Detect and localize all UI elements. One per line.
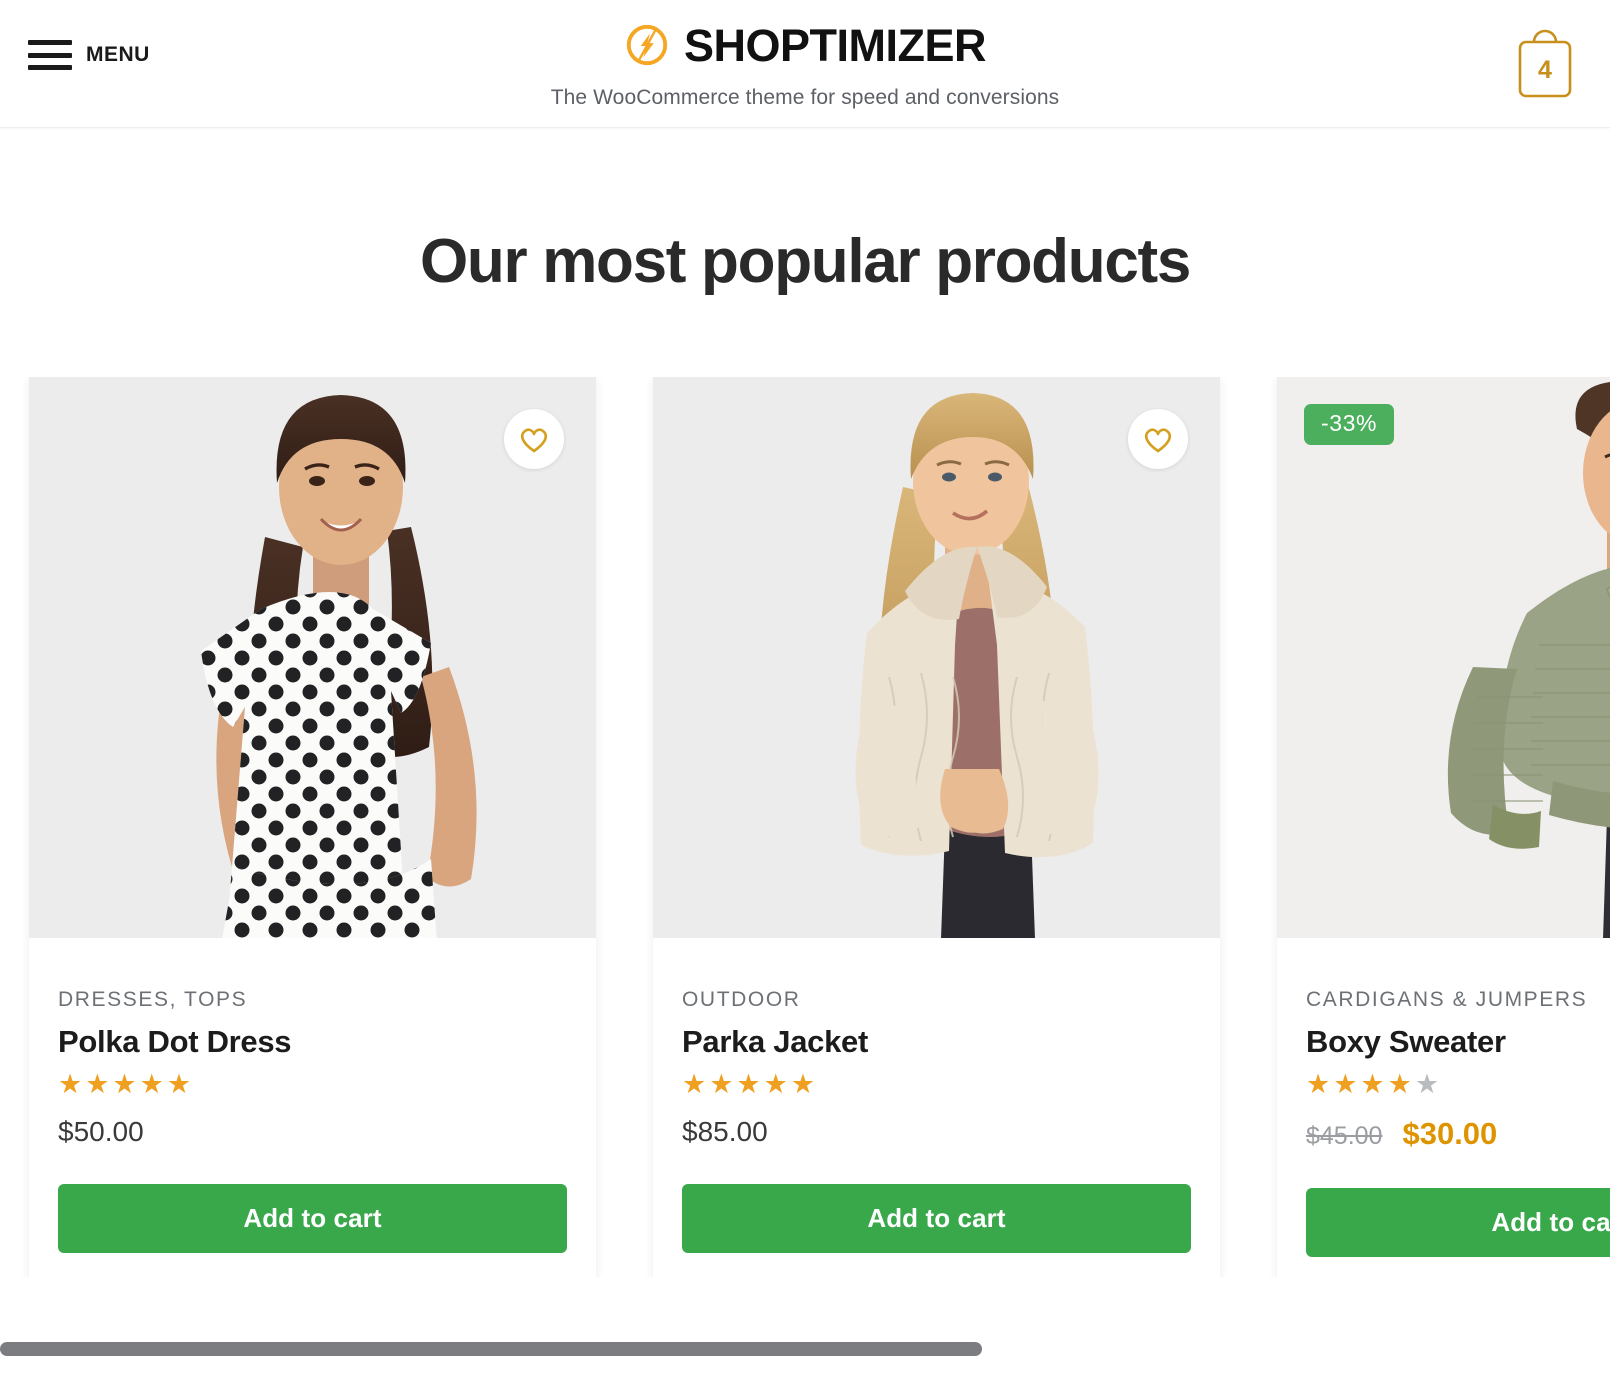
product-image (1277, 377, 1610, 938)
lightning-bolt-icon (626, 24, 668, 66)
price-row: $50.00 (58, 1116, 567, 1148)
product-price: $50.00 (58, 1115, 144, 1147)
products-carousel: DRESSES, TOPS Polka Dot Dress ★★★★★ $50.… (0, 377, 1610, 1277)
product-card[interactable]: -33% CARDIGANS & JUMPERS Boxy Sweater ★★… (1277, 377, 1610, 1277)
carousel-track: DRESSES, TOPS Polka Dot Dress ★★★★★ $50.… (0, 377, 1610, 1277)
cart-button[interactable]: 4 (1516, 26, 1574, 100)
product-image-link[interactable] (29, 377, 596, 938)
product-image-link[interactable] (653, 377, 1220, 938)
rating-stars: ★★★★★ (682, 1069, 819, 1099)
price-row: $45.00 $30.00 (1306, 1116, 1610, 1152)
sale-badge: -33% (1304, 404, 1395, 445)
rating-stars: ★★★★★ (58, 1069, 195, 1099)
wishlist-button[interactable] (1128, 409, 1188, 469)
price-row: $85.00 (682, 1116, 1191, 1148)
main-content: Our most popular products DRESSES, TOPS … (0, 226, 1610, 1356)
horizontal-scrollbar[interactable] (0, 1342, 1610, 1356)
cart-count-badge: 4 (1538, 56, 1552, 84)
product-category[interactable]: CARDIGANS & JUMPERS (1306, 988, 1610, 1012)
hamburger-icon (28, 40, 72, 70)
product-image (653, 377, 1220, 938)
product-info: OUTDOOR Parka Jacket ★★★★★ $85.00 Add to… (653, 938, 1220, 1277)
product-image (29, 377, 596, 938)
heart-outline-icon (1144, 427, 1172, 452)
product-info: DRESSES, TOPS Polka Dot Dress ★★★★★ $50.… (29, 938, 596, 1277)
product-price: $85.00 (682, 1115, 768, 1147)
menu-label: MENU (86, 43, 150, 66)
product-regular-price: $45.00 (1306, 1121, 1383, 1150)
site-logo-link[interactable]: SHOPTIMIZER (624, 19, 987, 71)
heart-outline-icon (520, 427, 548, 452)
product-title[interactable]: Polka Dot Dress (58, 1024, 567, 1060)
product-card[interactable]: OUTDOOR Parka Jacket ★★★★★ $85.00 Add to… (653, 377, 1220, 1277)
product-category[interactable]: OUTDOOR (682, 988, 1191, 1012)
brand-name: SHOPTIMIZER (683, 19, 987, 71)
scrollbar-thumb[interactable] (0, 1342, 982, 1356)
product-sale-price: $30.00 (1402, 1115, 1498, 1151)
product-info: CARDIGANS & JUMPERS Boxy Sweater ★★★★★ $… (1277, 938, 1610, 1277)
product-category[interactable]: DRESSES, TOPS (58, 988, 567, 1012)
wishlist-button[interactable] (504, 409, 564, 469)
rating-stars: ★★★★★ (1306, 1069, 1443, 1099)
brand-block: SHOPTIMIZER The WooCommerce theme for sp… (0, 22, 1610, 110)
menu-toggle-button[interactable]: MENU (28, 40, 150, 70)
add-to-cart-button[interactable]: Add to cart (1306, 1187, 1610, 1257)
product-title[interactable]: Boxy Sweater (1306, 1024, 1610, 1060)
add-to-cart-button[interactable]: Add to cart (58, 1183, 567, 1253)
product-image-link[interactable]: -33% (1277, 377, 1610, 938)
product-title[interactable]: Parka Jacket (682, 1024, 1191, 1060)
page-title: Our most popular products (419, 227, 1191, 296)
add-to-cart-button[interactable]: Add to cart (682, 1183, 1191, 1253)
product-card[interactable]: DRESSES, TOPS Polka Dot Dress ★★★★★ $50.… (29, 377, 596, 1277)
site-header: MENU SHOPTIMIZER The WooCommerce theme f… (0, 0, 1610, 128)
brand-tagline: The WooCommerce theme for speed and conv… (550, 86, 1060, 109)
